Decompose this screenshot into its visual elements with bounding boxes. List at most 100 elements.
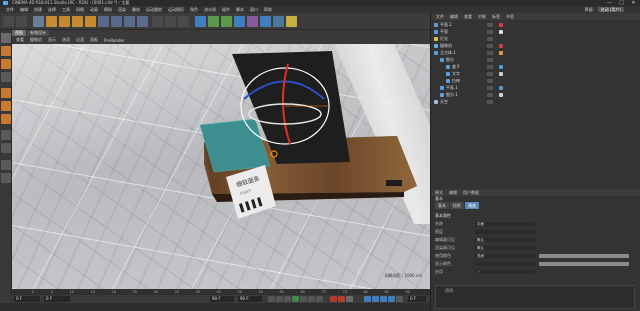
prev-key-icon[interactable] xyxy=(276,296,283,302)
attribute-value-field[interactable]: 平面 xyxy=(475,222,535,226)
obj-menu-file[interactable]: 文件 xyxy=(436,14,444,20)
attribute-slider[interactable] xyxy=(539,254,629,258)
attribute-slider[interactable] xyxy=(539,262,629,266)
subtab-basic[interactable]: 基本 xyxy=(435,202,449,209)
object-row[interactable]: 盒子 xyxy=(431,64,640,70)
object-row[interactable]: 平面.1 xyxy=(431,85,640,91)
pla-key-icon[interactable] xyxy=(396,296,403,302)
visibility-toggle-icon[interactable] xyxy=(487,93,493,97)
attr-menu-mode[interactable]: 模式 xyxy=(435,190,443,196)
menu-select[interactable]: 选择 xyxy=(48,7,56,13)
workplane-icon[interactable] xyxy=(1,72,11,82)
select-arrow-icon[interactable] xyxy=(33,16,44,27)
material-tag-icon[interactable] xyxy=(499,44,503,48)
visibility-toggle-icon[interactable] xyxy=(487,51,493,55)
visibility-toggle-icon[interactable] xyxy=(487,65,493,69)
attribute-value-field[interactable]: 默认 xyxy=(475,238,535,242)
viewport-menu-panel[interactable]: 面板 xyxy=(90,37,98,43)
y-axis-icon[interactable] xyxy=(111,16,122,27)
material-tag-icon[interactable] xyxy=(499,72,503,76)
visibility-toggle-icon[interactable] xyxy=(487,100,493,104)
menu-edit[interactable]: 编辑 xyxy=(20,7,28,13)
material-tag-icon[interactable] xyxy=(499,93,503,97)
attribute-graph[interactable] xyxy=(435,285,635,309)
go-to-start-icon[interactable] xyxy=(268,296,275,302)
camera-icon[interactable] xyxy=(273,16,284,27)
menu-script[interactable]: 脚本 xyxy=(236,7,244,13)
menu-animate[interactable]: 动画 xyxy=(90,7,98,13)
record-icon[interactable] xyxy=(330,296,337,302)
z-axis-icon[interactable] xyxy=(124,16,135,27)
redo-icon[interactable] xyxy=(16,16,27,27)
go-to-end-icon[interactable] xyxy=(316,296,323,302)
model-mode-icon[interactable] xyxy=(1,46,11,56)
visibility-toggle-icon[interactable] xyxy=(487,79,493,83)
material-tag-icon[interactable] xyxy=(499,65,503,69)
viewport-menu-camera[interactable]: 摄像机 xyxy=(30,37,42,43)
menu-create[interactable]: 创建 xyxy=(34,7,42,13)
make-editable-icon[interactable] xyxy=(1,33,11,43)
object-row[interactable]: 平面 xyxy=(431,29,640,35)
menu-simulate[interactable]: 模拟 xyxy=(104,7,112,13)
pen-spline-icon[interactable] xyxy=(208,16,219,27)
menu-sculpt[interactable]: 雕刻 xyxy=(132,7,140,13)
move-icon[interactable] xyxy=(46,16,57,27)
object-row[interactable]: 灯光 xyxy=(431,36,640,42)
start-frame-field[interactable]: 0 F xyxy=(44,296,70,302)
render-picture-viewer-icon[interactable] xyxy=(165,16,176,27)
visibility-toggle-icon[interactable] xyxy=(487,72,493,76)
enable-axis-icon[interactable] xyxy=(1,130,11,140)
menu-character[interactable]: 角色 xyxy=(190,7,198,13)
viewport-menu-display[interactable]: 显示 xyxy=(48,37,56,43)
preview-end-field[interactable]: 90 F xyxy=(238,296,262,302)
undo-icon[interactable] xyxy=(3,16,14,27)
menu-mograph[interactable]: 运动图形 xyxy=(168,7,184,13)
end-frame-field[interactable]: 90 F xyxy=(210,296,234,302)
deformer-icon[interactable] xyxy=(247,16,258,27)
recent-tool-icon[interactable] xyxy=(85,16,96,27)
polygons-mode-icon[interactable] xyxy=(1,114,11,124)
menu-mesh[interactable]: 网格 xyxy=(76,7,84,13)
viewport-menu-prorender[interactable]: ProRender xyxy=(104,38,125,43)
material-tag-icon[interactable] xyxy=(499,51,503,55)
points-mode-icon[interactable] xyxy=(1,88,11,98)
obj-menu-edit[interactable]: 编辑 xyxy=(450,14,458,20)
visibility-toggle-icon[interactable] xyxy=(487,30,493,34)
snap-icon[interactable] xyxy=(1,160,11,170)
position-key-icon[interactable] xyxy=(364,296,371,302)
attribute-value-field[interactable]: 关闭 xyxy=(475,254,535,258)
viewport-menu-options[interactable]: 选项 xyxy=(62,37,70,43)
subdivision-icon[interactable] xyxy=(221,16,232,27)
attr-menu-userdata[interactable]: 用户数据 xyxy=(463,190,479,196)
visibility-toggle-icon[interactable] xyxy=(487,37,493,41)
object-row[interactable]: 细分.1 xyxy=(431,92,640,98)
viewport-menu-filter[interactable]: 过滤 xyxy=(76,37,84,43)
visibility-toggle-icon[interactable] xyxy=(487,23,493,27)
edges-mode-icon[interactable] xyxy=(1,101,11,111)
menu-motion-tracking[interactable]: 运动跟踪 xyxy=(146,7,162,13)
object-row[interactable]: 拉伸 xyxy=(431,78,640,84)
visibility-toggle-icon[interactable] xyxy=(487,58,493,62)
object-row[interactable]: 文字 xyxy=(431,71,640,77)
rotate-icon[interactable] xyxy=(72,16,83,27)
floor-icon[interactable] xyxy=(260,16,271,27)
object-row[interactable]: 平面.2 xyxy=(431,22,640,28)
cube-icon[interactable] xyxy=(195,16,206,27)
light-icon[interactable] xyxy=(286,16,297,27)
texture-mode-icon[interactable] xyxy=(1,59,11,69)
tweak-icon[interactable] xyxy=(1,143,11,153)
coordinate-system-icon[interactable] xyxy=(137,16,148,27)
material-tag-icon[interactable] xyxy=(499,23,503,27)
visibility-toggle-icon[interactable] xyxy=(487,44,493,48)
menu-file[interactable]: 文件 xyxy=(6,7,14,13)
visibility-toggle-icon[interactable] xyxy=(487,86,493,90)
menu-pipeline[interactable]: 流水线 xyxy=(204,7,216,13)
object-row[interactable]: 摄像机 xyxy=(431,43,640,49)
scale-key-icon[interactable] xyxy=(372,296,379,302)
next-frame-icon[interactable] xyxy=(300,296,307,302)
attr-menu-edit[interactable]: 编辑 xyxy=(449,190,457,196)
attribute-value-field[interactable] xyxy=(475,230,535,234)
menu-help[interactable]: 帮助 xyxy=(264,7,272,13)
rotation-key-icon[interactable] xyxy=(380,296,387,302)
autokey-icon[interactable] xyxy=(338,296,345,302)
